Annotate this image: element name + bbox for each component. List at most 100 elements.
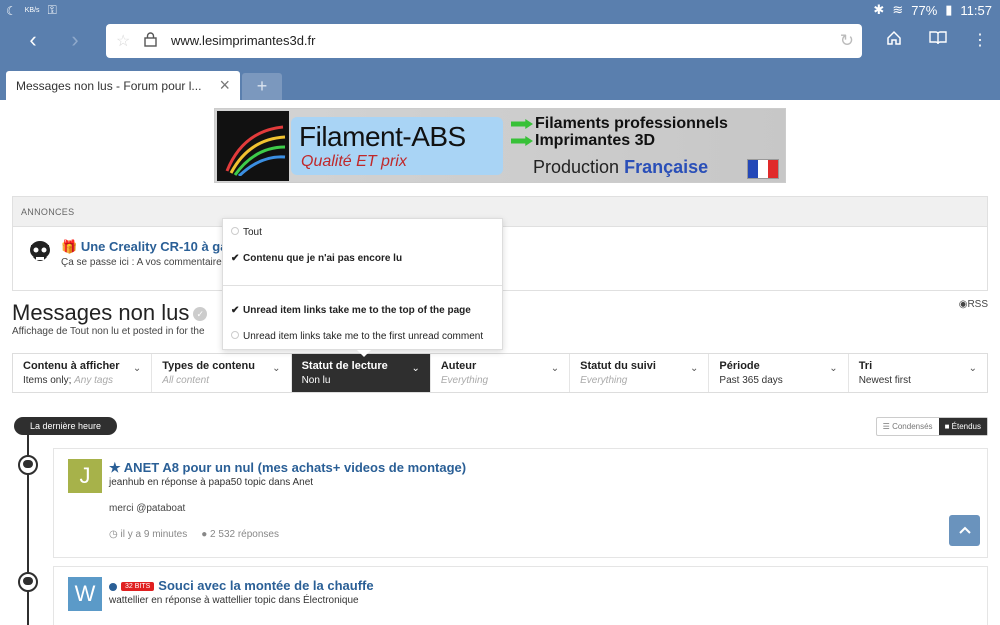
post-time[interactable]: ◷ il y a 9 minutes xyxy=(109,529,187,540)
back-icon[interactable]: ‹ xyxy=(20,28,46,54)
url-text: www.lesimprimantes3d.fr xyxy=(171,33,316,48)
read-status-dropdown: Tout ✔ Contenu que je n'ai pas encore lu … xyxy=(222,218,503,357)
page-title: Messages non lus ✓ xyxy=(12,300,208,326)
green-arrow-icon xyxy=(511,119,533,129)
forward-icon[interactable]: › xyxy=(62,28,88,54)
rss-link[interactable]: ◉RSS xyxy=(959,299,988,310)
view-expanded-button[interactable]: ■ Étendus xyxy=(938,418,987,435)
filter-value: Past 365 days xyxy=(719,375,783,386)
reload-icon[interactable]: ↻ xyxy=(840,31,854,51)
announcement-title-text: Une Creality CR-10 à gagn xyxy=(80,239,244,254)
chevron-down-icon: ⌄ xyxy=(272,363,281,374)
banner-tagline: Qualité ET prix xyxy=(301,153,407,170)
filter-value: All content xyxy=(162,375,280,386)
scroll-to-top-button[interactable] xyxy=(949,515,980,546)
prefix-badge[interactable]: 32 BITS xyxy=(121,582,155,592)
filter-sort[interactable]: Tri Newest first ⌄ xyxy=(849,354,987,392)
filter-label: Période xyxy=(719,360,760,372)
filter-label: Tri xyxy=(858,360,873,372)
wifi-icon: ≋ xyxy=(892,2,904,17)
more-menu-icon[interactable]: ⋮ xyxy=(968,30,992,52)
filter-value: Non lu xyxy=(301,375,331,386)
post-title[interactable]: ★ ANET A8 pour un nul (mes achats+ video… xyxy=(109,460,466,476)
option-unread[interactable]: ✔ Contenu que je n'ai pas encore lu xyxy=(231,253,402,267)
filter-value: Everything xyxy=(441,375,559,386)
user-avatar[interactable]: J xyxy=(68,459,102,493)
filter-label: Statut de lecture xyxy=(301,360,388,372)
active-tab[interactable]: Messages non lus - Forum pour l... × xyxy=(6,71,240,100)
comment-bubble-icon xyxy=(18,455,38,475)
post-subtitle: wattellier en réponse à wattellier topic… xyxy=(109,595,359,606)
browser-toolbar: ‹ › ☆ www.lesimprimantes3d.fr ↻ ⋮ xyxy=(0,20,1000,62)
bookmark-star-icon[interactable]: ☆ xyxy=(116,31,130,51)
post-card: J ★ ANET A8 pour un nul (mes achats+ vid… xyxy=(53,448,988,558)
user-avatar[interactable]: W xyxy=(68,577,102,611)
comment-bubble-icon xyxy=(18,572,38,592)
option-label: Unread item links take me to the top of … xyxy=(243,305,471,316)
green-arrow-icon xyxy=(511,136,533,146)
square-icon: ■ xyxy=(944,422,950,431)
banner-production-word: Production xyxy=(533,157,620,177)
checkmark-icon: ✔ xyxy=(231,305,240,316)
post-replies[interactable]: ● 2 532 réponses xyxy=(201,529,279,540)
option-link-first-unread[interactable]: Unread item links take me to the first u… xyxy=(231,331,483,345)
filter-author[interactable]: Auteur Everything ⌄ xyxy=(431,354,571,392)
banner-logo xyxy=(217,111,289,181)
speech-bubble-icon: ● xyxy=(201,529,208,540)
radio-empty-icon xyxy=(231,331,239,339)
banner-francaise: Française xyxy=(624,157,709,177)
filter-label: Contenu à afficher xyxy=(23,360,120,372)
address-bar[interactable]: ☆ www.lesimprimantes3d.fr ↻ xyxy=(106,24,862,58)
banner-line1: Filaments professionnels xyxy=(535,115,728,132)
filter-label: Types de contenu xyxy=(162,360,255,372)
star-icon: ★ xyxy=(109,460,121,475)
chevron-down-icon: ⌄ xyxy=(690,363,699,374)
announcement-title[interactable]: 🎁 Une Creality CR-10 à gagn xyxy=(61,239,243,255)
key-icon: ⚿ xyxy=(47,3,57,17)
option-all[interactable]: Tout xyxy=(231,227,262,241)
new-tab-button[interactable]: + xyxy=(242,73,282,100)
filter-content[interactable]: Contenu à afficher Items only; Any tags … xyxy=(13,354,153,392)
view-expanded-label: Étendus xyxy=(951,422,981,431)
skull-avatar-icon[interactable] xyxy=(25,237,55,267)
option-label: Unread item links take me to the first u… xyxy=(243,331,484,342)
view-condensed-button[interactable]: ☰ Condensés xyxy=(877,418,939,435)
clock-icon: ◷ xyxy=(109,529,118,540)
ad-banner[interactable]: Filament-ABS Qualité ET prix Filaments p… xyxy=(214,108,786,183)
filter-period[interactable]: Période Past 365 days ⌄ xyxy=(709,354,849,392)
filter-read-status[interactable]: Statut de lecture Non lu ⌄ xyxy=(291,354,431,392)
filter-value-text: Items only; xyxy=(23,375,72,386)
battery-icon: ▮ xyxy=(945,2,953,17)
chevron-up-icon xyxy=(958,526,971,534)
bluetooth-icon: ✱ xyxy=(873,2,885,17)
chevron-down-icon: ⌄ xyxy=(132,363,142,374)
chevron-down-icon: ⌄ xyxy=(550,363,560,374)
option-label: Tout xyxy=(243,227,262,238)
lock-icon xyxy=(144,32,157,52)
french-flag-icon xyxy=(747,159,779,179)
filter-follow-status[interactable]: Statut du suivi Everything ⌄ xyxy=(570,354,710,392)
android-status-bar: ☾ KB/s ⚿ ✱ ≋ 77% ▮ 11:57 xyxy=(0,0,1000,20)
dropdown-divider xyxy=(223,285,502,286)
moon-icon: ☾ xyxy=(6,3,17,18)
post-replies-text: 2 532 réponses xyxy=(210,529,279,540)
clock: 11:57 xyxy=(960,2,992,18)
filter-content-types[interactable]: Types de contenu All content ⌄ xyxy=(152,354,292,392)
close-tab-icon[interactable]: × xyxy=(219,75,230,96)
home-icon[interactable] xyxy=(882,30,906,52)
unread-dot-icon xyxy=(109,582,117,591)
filter-value-hint: Everything xyxy=(580,375,628,386)
post-time-text: il y a 9 minutes xyxy=(120,529,188,540)
option-link-top[interactable]: ✔ Unread item links take me to the top of… xyxy=(231,305,471,319)
filter-label: Auteur xyxy=(440,360,477,372)
reader-book-icon[interactable] xyxy=(926,30,950,52)
tab-title: Messages non lus - Forum pour l... xyxy=(16,79,202,93)
banner-production: Production Française xyxy=(533,157,708,178)
check-circle-icon: ✓ xyxy=(193,307,208,322)
post-title-text: ANET A8 pour un nul (mes achats+ videos … xyxy=(123,460,467,475)
dropdown-pointer xyxy=(357,350,371,357)
filter-value: Newest first xyxy=(858,375,911,386)
rss-label: RSS xyxy=(967,299,988,310)
post-title[interactable]: 32 BITS Souci avec la montée de la chauff… xyxy=(109,578,374,593)
page-subtitle: Affichage de Tout non lu et posted in fo… xyxy=(12,326,205,337)
